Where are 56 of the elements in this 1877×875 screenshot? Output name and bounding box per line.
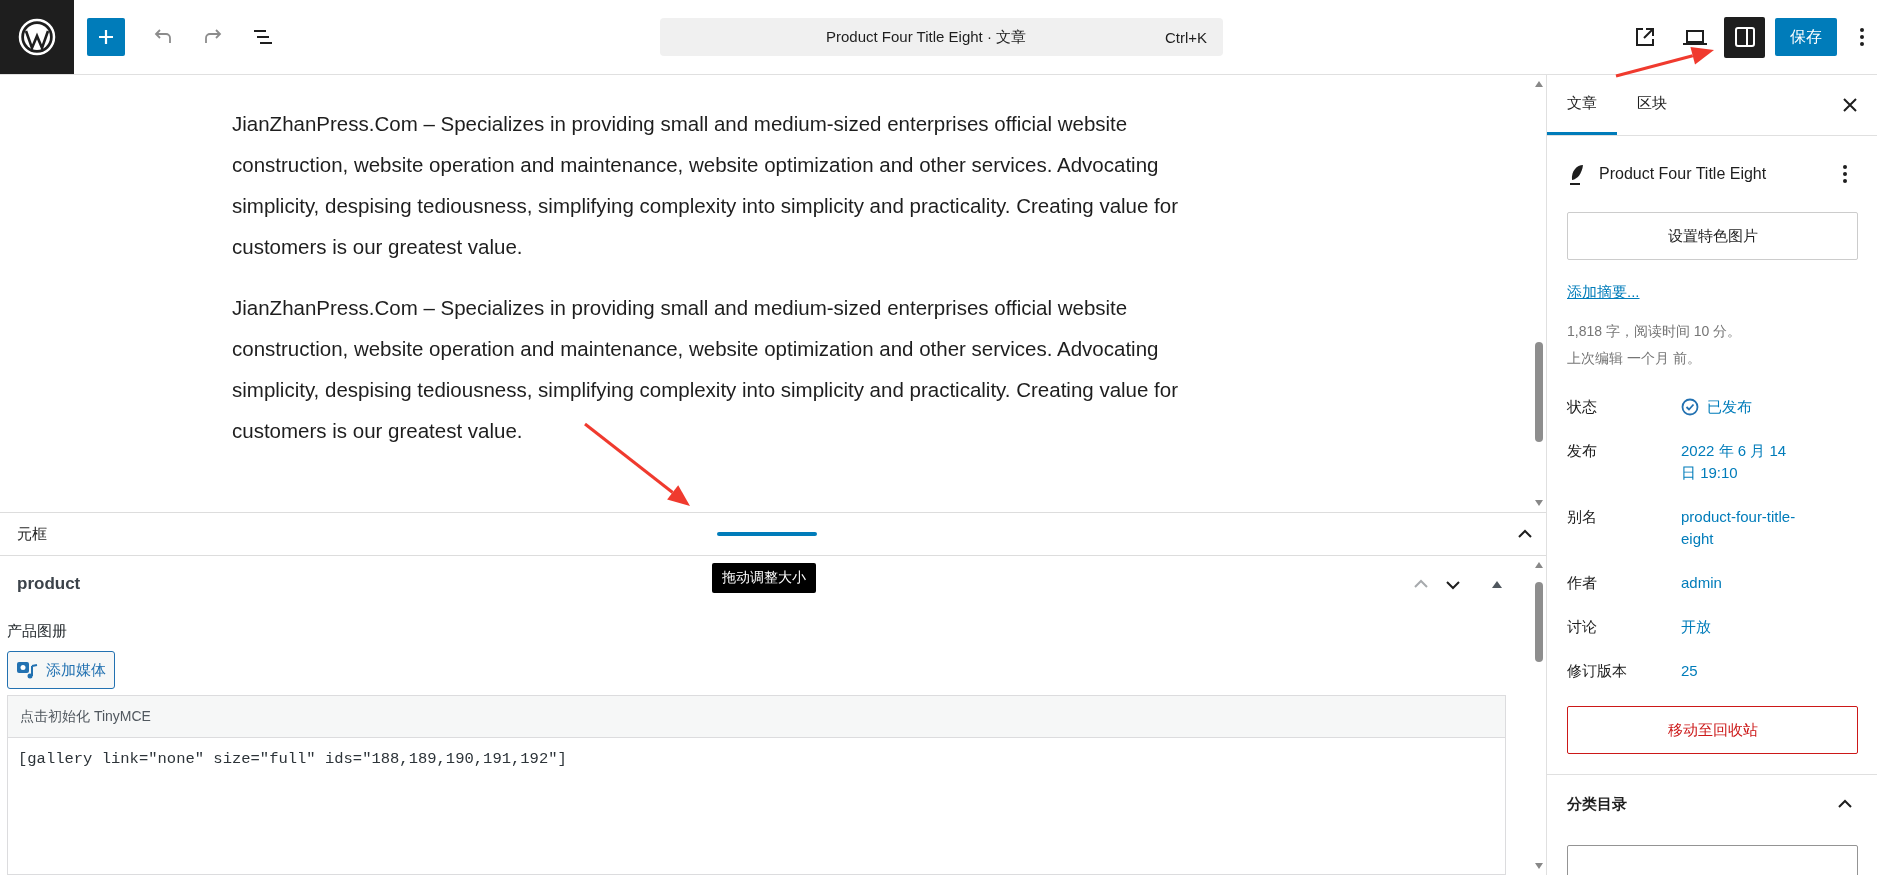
resize-handle[interactable] [717, 532, 817, 536]
collapse-icon[interactable] [1492, 580, 1502, 588]
scroll-down-icon[interactable] [1535, 500, 1543, 506]
code-textarea[interactable]: [gallery link="none" size="full" ids="188,189,190,191,192"] [7, 738, 1506, 875]
search-field[interactable] [1567, 845, 1858, 875]
scrollbar-thumb[interactable] [1535, 582, 1543, 662]
field-label: 产品图册 [7, 622, 68, 641]
check-circle-icon [1681, 398, 1699, 416]
sidebar-icon [1733, 26, 1756, 48]
more-options-icon[interactable] [1859, 26, 1865, 48]
post-stat: 1,818 字，阅读时间 10 分。 [1567, 322, 1743, 341]
plus-icon [97, 28, 115, 46]
field-value-button[interactable]: 开放 [1681, 616, 1799, 638]
post-title: Product Four Title Eight [1599, 165, 1768, 183]
field-label: 作者 [1567, 573, 1598, 593]
field-label: 状态 [1567, 397, 1598, 417]
add-media-button[interactable]: 添加媒体 [7, 651, 115, 689]
field-value-button[interactable]: admin [1681, 572, 1799, 594]
paragraph: JianZhanPress.Com – Specializes in providing small and medium-sized enterprises official website construction, website operation and maintenance, website optimization and other services. Advocating simplicity, despising tediousness, simplifying complexity into simplicity and practicality. Creating value for customers is our greatest value. [232, 295, 1180, 444]
add-excerpt-link[interactable]: 添加摘要... [1567, 283, 1640, 302]
more-options-icon[interactable] [1842, 164, 1848, 184]
close-icon[interactable] [1843, 98, 1857, 112]
external-link-icon[interactable] [1634, 26, 1656, 48]
field-value-button[interactable]: 2022 年 6 月 14 日 19:10 [1681, 440, 1799, 484]
init-hint[interactable]: 点击初始化 TinyMCE [20, 707, 151, 726]
field-label: 讨论 [1567, 617, 1598, 637]
scroll-up-icon[interactable] [1535, 562, 1543, 568]
field-label: 发布 [1567, 441, 1598, 461]
set-featured-image-button[interactable]: 设置特色图片 [1567, 212, 1858, 260]
sidebar-tab[interactable]: 文章 [1547, 75, 1617, 135]
status-button[interactable]: 已发布 [1681, 396, 1752, 418]
logo-tile[interactable] [0, 0, 74, 74]
tooltip: 拖动调整大小 [712, 563, 816, 593]
scroll-down-icon[interactable] [1535, 863, 1543, 869]
command-bar[interactable]: Product Four Title Eight · 文章 Ctrl+K [660, 18, 1223, 56]
field-value-button[interactable]: product-four-title-eight [1681, 506, 1799, 550]
scrollbar-thumb[interactable] [1535, 342, 1543, 442]
sidebar-toggle-button[interactable] [1724, 16, 1765, 58]
wordpress-logo-icon [17, 17, 57, 57]
shortcut-label: Ctrl+K [1164, 28, 1207, 46]
sidebar-tab[interactable]: 区块 [1617, 75, 1687, 135]
meta-boxes-label: 元框 [17, 524, 47, 544]
paragraph: JianZhanPress.Com – Specializes in providing small and medium-sized enterprises official website construction, website operation and maintenance, website optimization and other services. Advocating simplicity, despising tediousness, simplifying complexity into simplicity and practicality. Creating value for customers is our greatest value. [232, 111, 1180, 260]
field-label: 修订版本 [1567, 661, 1628, 681]
panel-title[interactable]: 分类目录 [1567, 794, 1627, 814]
feather-icon [1567, 163, 1585, 185]
document-title: Product Four Title Eight · 文章 [826, 27, 1027, 47]
field-label: 别名 [1567, 507, 1598, 527]
scroll-up-icon[interactable] [1535, 81, 1543, 87]
box-title: product [17, 574, 81, 594]
post-stat: 上次编辑 一个月 前。 [1567, 349, 1702, 368]
field-value-button[interactable]: 25 [1681, 660, 1799, 682]
add-block-button[interactable] [87, 18, 125, 56]
save-button[interactable]: 保存 [1775, 18, 1837, 56]
move-to-trash-button[interactable]: 移动至回收站 [1567, 706, 1858, 754]
media-icon [16, 660, 38, 680]
